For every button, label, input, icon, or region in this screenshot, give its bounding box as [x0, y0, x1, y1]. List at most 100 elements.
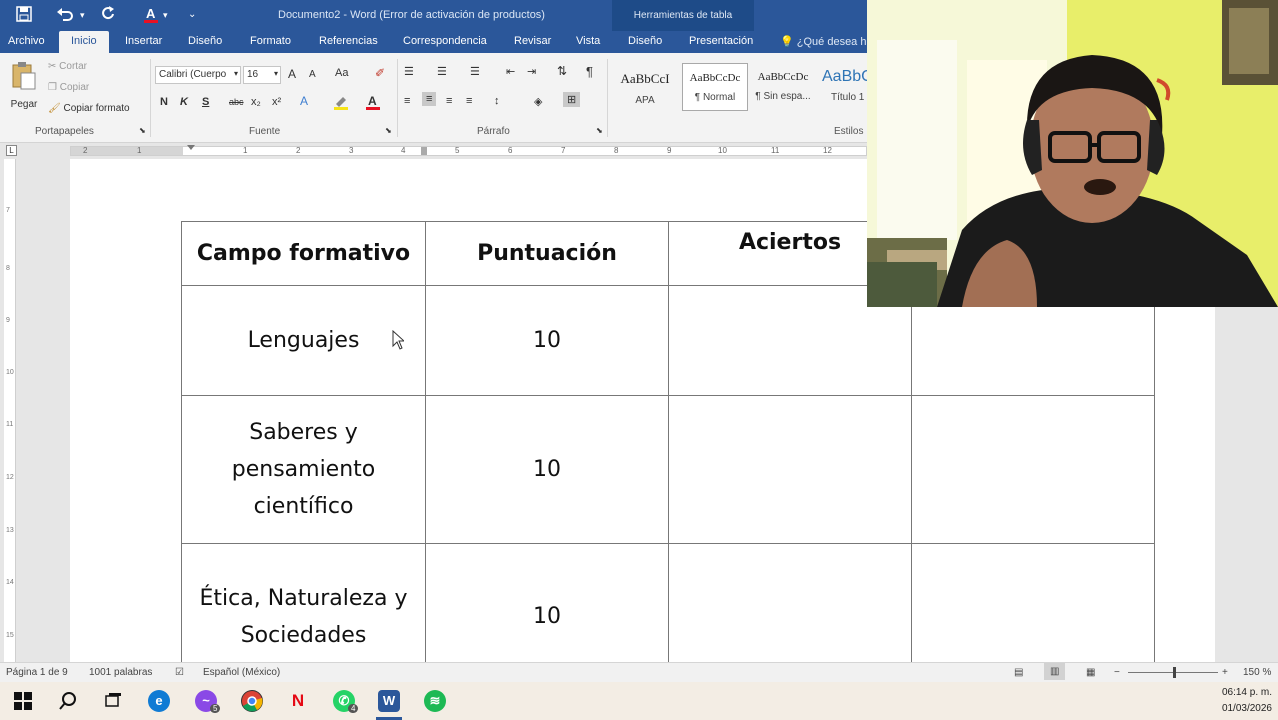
ruler-number: 2: [83, 146, 88, 155]
shading-icon[interactable]: ◈: [534, 95, 542, 108]
zoom-in-icon[interactable]: +: [1222, 667, 1228, 678]
svg-text:A: A: [146, 6, 156, 21]
align-right-icon[interactable]: ≡: [446, 95, 452, 107]
redo-icon[interactable]: [101, 6, 117, 25]
style-sin-espaciado[interactable]: AaBbCcDc ¶ Sin espa...: [750, 63, 816, 111]
tab-referencias[interactable]: Referencias: [319, 35, 378, 47]
proofing-icon[interactable]: ☑: [175, 667, 184, 678]
indent-marker[interactable]: [187, 145, 195, 150]
format-painter-button[interactable]: 🖌 Copiar formato: [48, 103, 130, 114]
tab-selector-icon[interactable]: L: [6, 145, 17, 156]
bullets-icon[interactable]: ☰: [404, 65, 414, 78]
tab-insertar[interactable]: Insertar: [125, 35, 162, 47]
ruler-number: 13: [6, 527, 14, 534]
zoom-slider-thumb[interactable]: [1173, 667, 1176, 678]
style-titulo-1[interactable]: AaBbC Título 1: [818, 63, 867, 111]
font-color-icon[interactable]: A: [143, 6, 159, 27]
increase-indent-icon[interactable]: ⇥: [527, 65, 536, 78]
paragraph-launcher-icon[interactable]: ⬊: [596, 126, 603, 135]
search-icon[interactable]: [57, 690, 79, 712]
cut-button[interactable]: ✂ Cortar: [48, 61, 87, 72]
edge-icon[interactable]: e: [148, 690, 170, 712]
chrome-icon[interactable]: [241, 690, 263, 712]
undo-dropdown-icon[interactable]: ▾: [80, 10, 85, 21]
ruler-number: 2: [296, 146, 301, 155]
cell-campo[interactable]: Saberes y pensamiento científico: [181, 395, 426, 544]
undo-icon[interactable]: [56, 6, 74, 25]
web-layout-icon[interactable]: ▦: [1086, 667, 1095, 678]
system-clock[interactable]: 06:14 p. m. 01/03/2026: [1222, 685, 1272, 717]
shrink-font-icon[interactable]: A: [309, 69, 316, 80]
word-icon[interactable]: W: [378, 690, 400, 712]
save-icon[interactable]: [16, 6, 32, 25]
tab-vista[interactable]: Vista: [576, 35, 600, 47]
header-campo-formativo[interactable]: Campo formativo: [181, 221, 426, 286]
font-color-dropdown-icon[interactable]: ▾: [163, 10, 168, 21]
whatsapp-badge: 4: [348, 704, 359, 713]
table-cell-empty[interactable]: [911, 395, 1155, 544]
subscript-button[interactable]: x₂: [251, 96, 261, 108]
show-marks-button[interactable]: ¶: [586, 64, 593, 79]
task-view-icon[interactable]: [102, 690, 124, 712]
tab-diseno[interactable]: Diseño: [188, 35, 222, 47]
style-normal[interactable]: AaBbCcDc ¶ Normal: [682, 63, 748, 111]
ruler-number: 4: [401, 146, 406, 155]
header-puntuacion[interactable]: Puntuación: [425, 221, 669, 286]
underline-button[interactable]: S: [202, 96, 209, 108]
print-layout-icon[interactable]: ▥: [1044, 663, 1066, 680]
ruler-number: 15: [6, 632, 14, 639]
chevron-down-icon: ▾: [273, 69, 278, 78]
windows-start-icon[interactable]: [12, 690, 34, 712]
decrease-indent-icon[interactable]: ⇤: [506, 65, 515, 78]
tab-archivo[interactable]: Archivo: [8, 35, 45, 47]
spotify-icon[interactable]: ≋: [424, 690, 446, 712]
word-count[interactable]: 1001 palabras: [89, 667, 152, 678]
cell-aciertos[interactable]: [668, 395, 912, 544]
tab-revisar[interactable]: Revisar: [514, 35, 551, 47]
font-size-combo[interactable]: 16 ▾: [243, 66, 281, 84]
format-painter-label: Copiar formato: [63, 103, 130, 114]
justify-icon[interactable]: ≡: [466, 95, 472, 107]
tab-presentacion[interactable]: Presentación: [689, 35, 753, 47]
sort-icon[interactable]: ⇅: [557, 64, 567, 78]
paste-button[interactable]: Pegar: [8, 59, 40, 117]
superscript-button[interactable]: x²: [272, 96, 281, 108]
borders-icon[interactable]: ⊞: [563, 92, 581, 107]
font-color-icon[interactable]: A: [365, 94, 381, 113]
text-effects-icon[interactable]: A: [300, 94, 308, 108]
italic-button[interactable]: K: [180, 96, 188, 108]
read-mode-icon[interactable]: ▤: [1014, 667, 1023, 678]
language-indicator[interactable]: Español (México): [203, 667, 280, 678]
style-apa[interactable]: AaBbCcI APA: [612, 63, 678, 111]
multilevel-list-icon[interactable]: ☰: [470, 65, 480, 78]
tab-inicio[interactable]: Inicio: [59, 31, 109, 53]
change-case-icon[interactable]: Aa: [335, 67, 348, 79]
bold-button[interactable]: N: [160, 96, 168, 108]
tab-diseno-tabla[interactable]: Diseño: [628, 35, 662, 47]
tell-me-box[interactable]: 💡 ¿Qué desea ha: [780, 35, 873, 48]
numbering-icon[interactable]: ☰: [437, 65, 447, 78]
font-name-combo[interactable]: Calibri (Cuerpo ▾: [155, 66, 241, 84]
column-marker[interactable]: [421, 147, 427, 155]
cell-puntuacion[interactable]: 10: [425, 285, 669, 396]
group-divider: [150, 59, 151, 137]
clipboard-launcher-icon[interactable]: ⬊: [139, 126, 146, 135]
highlight-icon[interactable]: [333, 94, 349, 113]
tab-correspondencia[interactable]: Correspondencia: [403, 35, 487, 47]
netflix-icon[interactable]: N: [287, 690, 309, 712]
zoom-level[interactable]: 150 %: [1243, 667, 1271, 678]
grow-font-icon[interactable]: A: [288, 67, 296, 81]
strikethrough-button[interactable]: abc: [229, 97, 244, 107]
cell-puntuacion[interactable]: 10: [425, 395, 669, 544]
line-spacing-icon[interactable]: ↕: [494, 95, 500, 107]
page-count[interactable]: Página 1 de 9: [6, 667, 68, 678]
align-left-icon[interactable]: ≡: [404, 95, 410, 107]
cell-campo[interactable]: Lenguajes: [181, 285, 426, 396]
copy-button[interactable]: ❐ Copiar: [48, 82, 89, 93]
font-launcher-icon[interactable]: ⬊: [385, 126, 392, 135]
clear-format-icon[interactable]: ✐: [375, 66, 385, 80]
customize-icon[interactable]: ⌄: [188, 9, 196, 20]
align-center-icon[interactable]: ≡: [422, 92, 437, 106]
zoom-out-icon[interactable]: −: [1114, 667, 1120, 678]
tab-formato[interactable]: Formato: [250, 35, 291, 47]
